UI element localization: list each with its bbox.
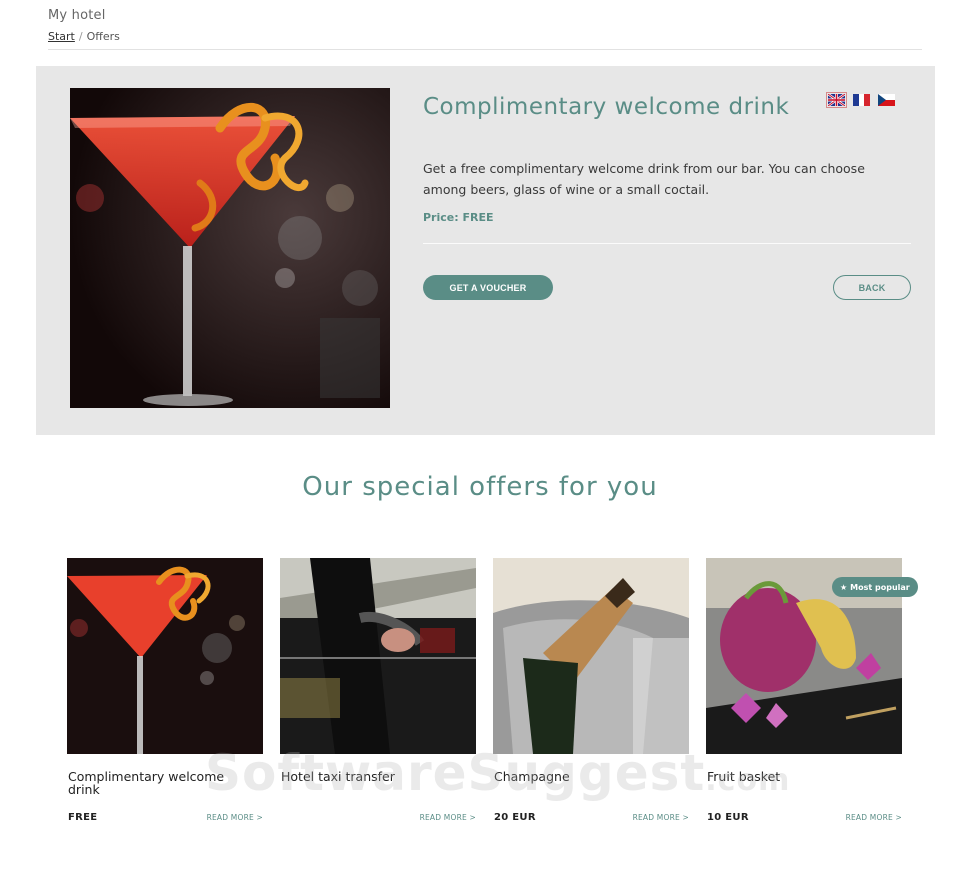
badge-label: Most popular — [850, 582, 910, 592]
read-more-link[interactable]: READ MORE > — [633, 813, 689, 822]
divider — [423, 243, 911, 244]
offer-price: Price: FREE — [423, 211, 494, 224]
offer-card[interactable]: Complimentary welcome drink FREE READ MO… — [67, 558, 263, 823]
back-button[interactable]: BACK — [833, 275, 911, 300]
most-popular-badge: ★ Most popular — [832, 577, 918, 597]
card-image-car-door[interactable] — [280, 558, 476, 754]
language-selector — [826, 92, 895, 108]
cz-flag-icon[interactable] — [878, 94, 895, 106]
section-title: Our special offers for you — [302, 472, 658, 502]
breadcrumb-separator: / — [78, 30, 83, 43]
card-price: 10 EUR — [707, 812, 749, 823]
card-title[interactable]: Fruit basket — [707, 770, 887, 783]
breadcrumb-start-link[interactable]: Start — [48, 30, 75, 43]
offer-description: Get a free complimentary welcome drink f… — [423, 161, 865, 197]
offer-image-cocktail — [70, 88, 390, 408]
breadcrumb-current: Offers — [86, 30, 120, 43]
get-voucher-button[interactable]: GET A VOUCHER — [423, 275, 553, 300]
page-header: My hotel Start / Offers — [48, 8, 922, 50]
read-more-link[interactable]: READ MORE > — [420, 813, 476, 822]
card-price: 20 EUR — [494, 812, 536, 823]
read-more-link[interactable]: READ MORE > — [207, 813, 263, 822]
card-image-cocktail[interactable] — [67, 558, 263, 754]
offer-card[interactable]: Champagne 20 EUR READ MORE > — [493, 558, 689, 823]
read-more-link[interactable]: READ MORE > — [846, 813, 902, 822]
offer-title: Complimentary welcome drink — [423, 94, 790, 120]
card-title[interactable]: Champagne — [494, 770, 674, 783]
en-flag-icon[interactable] — [826, 92, 847, 108]
card-price: FREE — [68, 812, 98, 823]
breadcrumb: Start / Offers — [48, 30, 922, 43]
offer-card[interactable]: Hotel taxi transfer READ MORE > — [280, 558, 476, 822]
card-image-champagne[interactable] — [493, 558, 689, 754]
fr-flag-icon[interactable] — [853, 94, 870, 106]
star-icon: ★ — [840, 582, 848, 592]
offer-detail-panel: Complimentary welcome drink Get a free c… — [36, 66, 935, 435]
card-title[interactable]: Hotel taxi transfer — [281, 770, 461, 783]
site-title: My hotel — [48, 8, 106, 23]
card-title[interactable]: Complimentary welcome drink — [68, 770, 248, 796]
